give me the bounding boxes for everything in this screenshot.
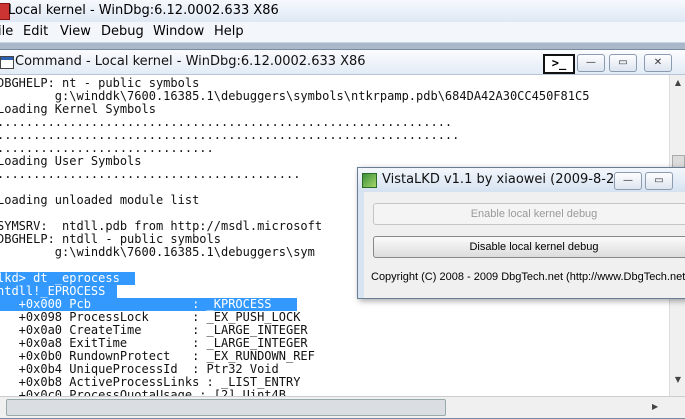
scroll-up-icon[interactable]: ▲ [673, 78, 683, 88]
output-line: ........................................… [0, 167, 301, 181]
output-line: Loading unloaded module list [0, 193, 200, 207]
scroll-down-icon[interactable]: ▼ [673, 375, 683, 385]
menu-file[interactable]: ile [0, 22, 13, 42]
dialog-title: VistaLKD v1.1 by xiaowei (2009-8-25) [382, 172, 628, 187]
close-button[interactable]: ✕ [644, 54, 672, 72]
command-window-titlebar[interactable]: Command - Local kernel - WinDbg:6.12.000… [0, 50, 685, 75]
restore-button[interactable]: ▭ [609, 54, 637, 72]
vistalkd-dialog: VistaLKD v1.1 by xiaowei (2009-8-25) — ▭… [357, 167, 685, 299]
enable-local-kernel-debug-button[interactable]: Enable local kernel debug [373, 203, 685, 225]
dialog-body: Enable local kernel debug Disable local … [364, 192, 685, 298]
menu-view[interactable]: View [60, 22, 91, 42]
copyright-text: Copyright (C) 2008 - 2009 DbgTech.net (h… [371, 271, 685, 283]
app-title: Local kernel - WinDbg:6.12.0002.633 X86 [8, 3, 279, 18]
dialog-minimize-button[interactable]: — [614, 172, 642, 190]
scroll-right-icon[interactable]: ▶ [652, 402, 658, 411]
horizontal-scrollbar[interactable]: ▶ [0, 396, 685, 418]
command-window-icon [0, 56, 14, 69]
app-titlebar[interactable]: Local kernel - WinDbg:6.12.0002.633 X86 [0, 0, 685, 22]
dialog-titlebar[interactable]: VistaLKD v1.1 by xiaowei (2009-8-25) — ▭ [358, 168, 685, 192]
menu-window[interactable]: Window [153, 22, 204, 42]
vistalkd-app-icon [362, 173, 377, 188]
menu-debug[interactable]: Debug [101, 22, 144, 42]
disable-local-kernel-debug-button[interactable]: Disable local kernel debug [373, 236, 685, 258]
horizontal-scroll-thumb[interactable] [6, 399, 446, 416]
output-line: g:\winddk\7600.16385.1\debuggers\sym [0, 245, 315, 259]
command-prompt-button[interactable]: >_ [543, 54, 575, 74]
menu-help[interactable]: Help [214, 22, 244, 42]
command-window-title: Command - Local kernel - WinDbg:6.12.000… [15, 54, 366, 69]
menu-bar: ile Edit View Debug Window Help [0, 22, 685, 43]
dialog-restore-button[interactable]: ▭ [645, 172, 673, 190]
menu-edit[interactable]: Edit [23, 22, 48, 42]
minimize-button[interactable]: — [577, 54, 605, 72]
